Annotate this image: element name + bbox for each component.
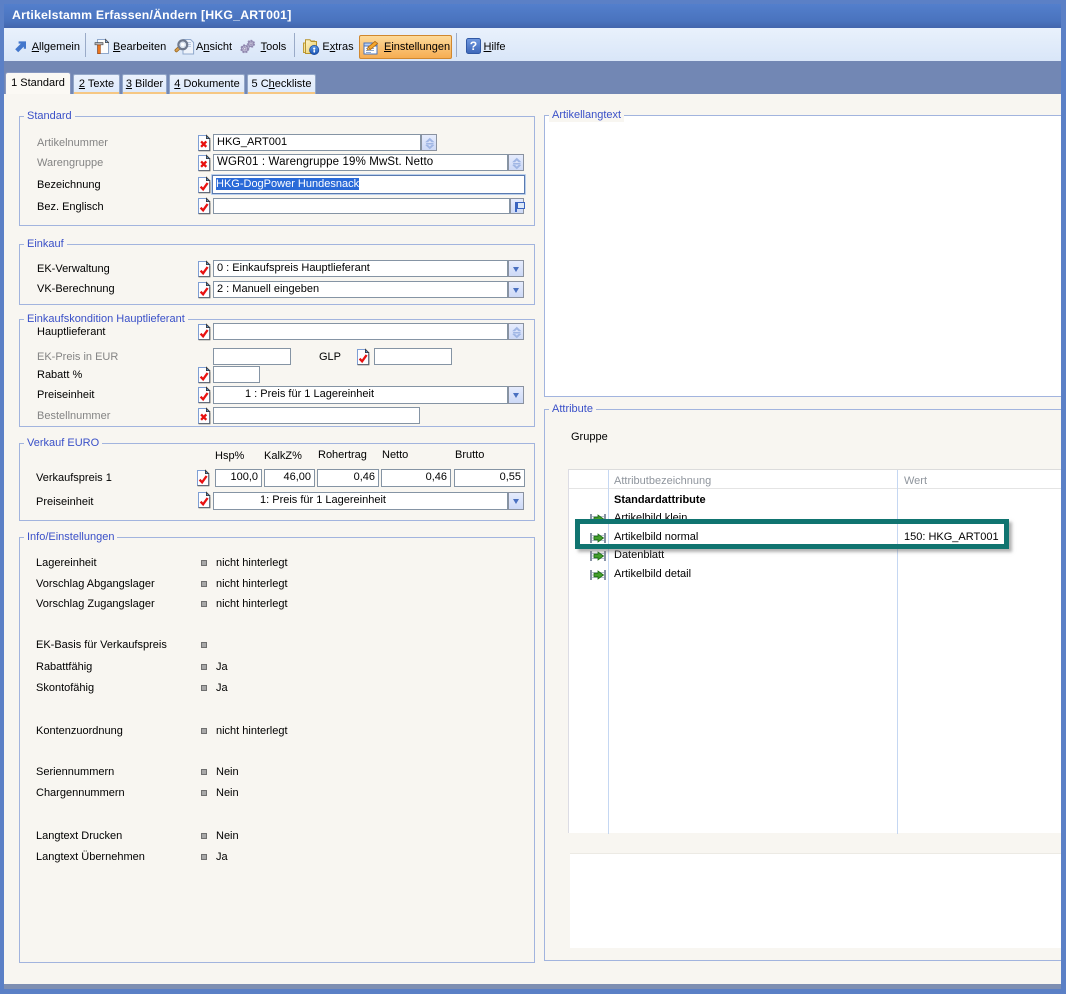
svg-text:?: ?	[469, 39, 476, 53]
